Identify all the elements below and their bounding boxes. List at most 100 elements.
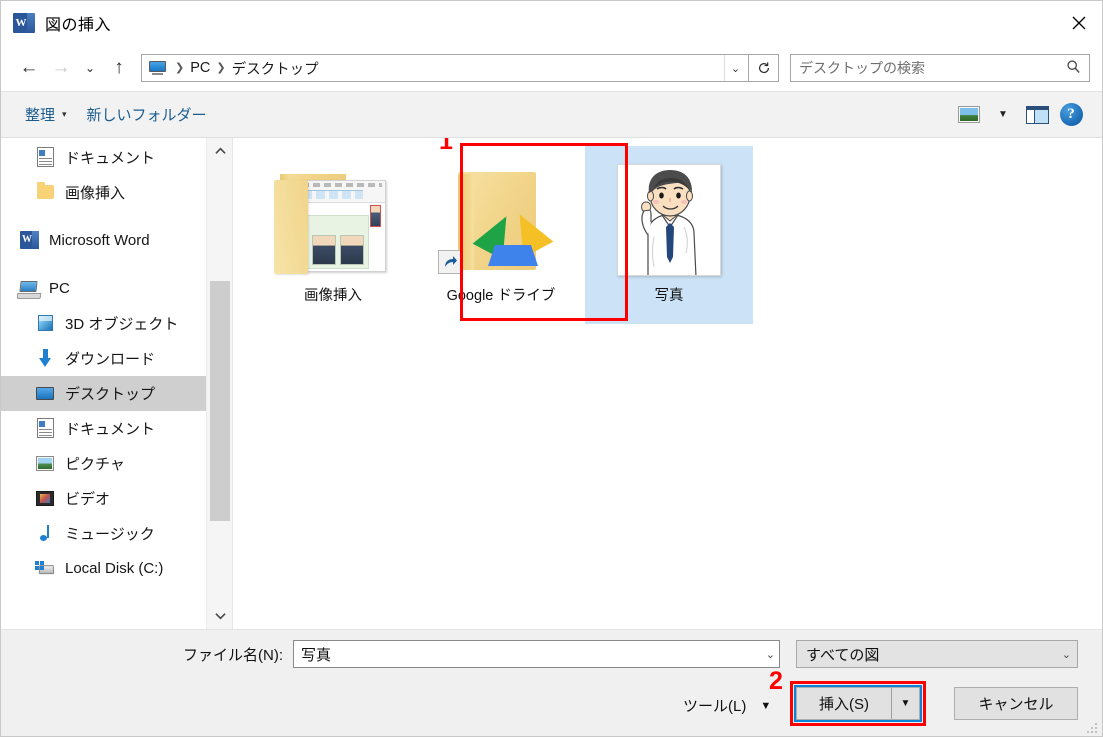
- breadcrumb-separator: ❯: [216, 61, 226, 74]
- chevron-down-icon: ▼: [900, 698, 911, 709]
- person-illustration: [618, 165, 720, 275]
- document-icon: [35, 418, 56, 439]
- chevron-down-icon: ▼: [760, 699, 772, 712]
- organize-button[interactable]: 整理 ▾: [15, 100, 77, 129]
- sidebar-item-documents[interactable]: ドキュメント: [1, 411, 232, 446]
- preview-pane-icon: [1025, 105, 1049, 124]
- back-button[interactable]: ←: [13, 52, 45, 84]
- view-mode-dropdown[interactable]: ▼: [986, 100, 1020, 130]
- insert-button[interactable]: 挿入(S) ▼: [794, 685, 922, 722]
- scroll-up-button[interactable]: [207, 138, 232, 164]
- view-mode-button[interactable]: [952, 100, 986, 130]
- chevron-down-icon[interactable]: ⌄: [760, 648, 775, 661]
- sidebar-item-pc[interactable]: PC: [1, 271, 232, 306]
- desktop-icon: [149, 61, 166, 75]
- recent-locations-button[interactable]: ⌄: [77, 52, 103, 84]
- sidebar-item-pictures[interactable]: ピクチャ: [1, 446, 232, 481]
- music-icon: [35, 523, 56, 544]
- sidebar-item-gazou-sonyu[interactable]: 画像挿入: [1, 175, 232, 210]
- filetype-value: すべての図: [806, 646, 880, 664]
- search-box[interactable]: デスクトップの検索: [790, 54, 1090, 82]
- word-icon: W: [19, 230, 40, 251]
- sidebar-item-label: ドキュメント: [65, 421, 156, 438]
- sidebar-item-local-disk-c[interactable]: Local Disk (C:): [1, 551, 232, 586]
- filename-value[interactable]: 写真: [301, 644, 760, 665]
- sidebar-item-label: ミュージック: [65, 526, 155, 543]
- search-icon: [1066, 59, 1081, 78]
- button-row: ツール(L) ▼ 挿入(S) ▼ キャンセル 2: [1, 669, 1102, 726]
- up-button[interactable]: ↑: [103, 52, 135, 84]
- help-button[interactable]: ?: [1054, 100, 1088, 130]
- file-item-shashin[interactable]: 写真: [585, 146, 753, 324]
- chevron-down-icon: ▼: [998, 109, 1008, 120]
- chevron-up-icon: [214, 147, 226, 154]
- sidebar-item-label: Local Disk (C:): [65, 560, 164, 577]
- breadcrumb-desktop[interactable]: デスクトップ: [228, 58, 323, 79]
- new-folder-button[interactable]: 新しいフォルダー: [77, 100, 217, 129]
- refresh-button[interactable]: [749, 54, 779, 82]
- filename-input[interactable]: 写真 ⌄: [293, 640, 780, 668]
- title-bar: W 図の挿入: [1, 1, 1102, 45]
- view-layout-icon: [958, 106, 980, 123]
- address-bar[interactable]: ❯ PC ❯ デスクトップ ⌄: [141, 54, 749, 82]
- refresh-icon: [758, 62, 769, 74]
- chevron-down-icon: ▾: [62, 109, 67, 119]
- sidebar-item-3d-objects[interactable]: 3D オブジェクト: [1, 306, 232, 341]
- file-grid: 画像挿入 Google ドライブ 写真: [233, 138, 1102, 324]
- search-input[interactable]: デスクトップの検索: [799, 58, 1066, 78]
- pictures-icon: [35, 453, 56, 474]
- folder-with-document-preview-icon: [273, 156, 393, 276]
- close-button[interactable]: [1056, 1, 1102, 45]
- folder-shortcut-google-drive-icon: [438, 156, 561, 276]
- downloads-icon: [35, 348, 56, 369]
- dialog-body: ドキュメント 画像挿入 W Microsoft Word PC 3D オブジェク…: [1, 138, 1102, 629]
- insert-dropdown-button[interactable]: ▼: [891, 688, 919, 719]
- window-title: 図の挿入: [45, 17, 112, 34]
- tools-button[interactable]: ツール(L) ▼: [677, 691, 777, 720]
- sidebar-item-videos[interactable]: ビデオ: [1, 481, 232, 516]
- scroll-down-button[interactable]: [207, 603, 232, 629]
- file-list-pane[interactable]: 画像挿入 Google ドライブ 写真 1: [233, 138, 1102, 629]
- sidebar-item-label: デスクトップ: [65, 386, 156, 403]
- file-item-gazou-sonyu[interactable]: 画像挿入: [249, 146, 417, 324]
- sidebar-item-label: ダウンロード: [65, 351, 156, 368]
- dialog-footer: ファイル名(N): 写真 ⌄ すべての図 ⌄ ツール(L) ▼ 挿入(S) ▼: [1, 629, 1102, 736]
- document-icon: [35, 147, 56, 168]
- preview-pane-button[interactable]: [1020, 100, 1054, 130]
- sidebar-item-label: Microsoft Word: [49, 232, 150, 249]
- sidebar-scroll-thumb[interactable]: [210, 281, 230, 521]
- new-folder-label: 新しいフォルダー: [86, 107, 207, 124]
- forward-button[interactable]: →: [45, 52, 77, 84]
- insert-label: 挿入(S): [819, 696, 869, 713]
- image-thumbnail-person-icon: [609, 156, 729, 276]
- sidebar-item-microsoft-word[interactable]: W Microsoft Word: [1, 223, 232, 258]
- sidebar-item-downloads[interactable]: ダウンロード: [1, 341, 232, 376]
- command-toolbar: 整理 ▾ 新しいフォルダー ▼ ?: [1, 91, 1102, 138]
- cancel-button[interactable]: キャンセル: [954, 687, 1078, 720]
- address-dropdown-button[interactable]: ⌄: [724, 55, 746, 81]
- 3d-objects-icon: [35, 313, 56, 334]
- close-icon: [1072, 16, 1086, 30]
- sidebar-list: ドキュメント 画像挿入 W Microsoft Word PC 3D オブジェク…: [1, 138, 232, 586]
- cancel-label: キャンセル: [978, 696, 1054, 713]
- file-item-label: 写真: [654, 288, 684, 304]
- resize-grip[interactable]: [1087, 721, 1099, 733]
- sidebar-item-music[interactable]: ミュージック: [1, 516, 232, 551]
- chevron-down-icon: [214, 613, 226, 620]
- sidebar-item-label: ピクチャ: [65, 456, 125, 473]
- navigation-bar: ← → ⌄ ↑ ❯ PC ❯ デスクトップ ⌄ デスクトップの検索: [1, 45, 1102, 91]
- sidebar-item-desktop[interactable]: デスクトップ: [1, 376, 232, 411]
- filetype-select[interactable]: すべての図 ⌄: [796, 640, 1078, 668]
- sidebar-item-label: PC: [49, 280, 70, 297]
- file-item-google-drive[interactable]: Google ドライブ: [417, 146, 585, 324]
- shortcut-arrow-icon: [438, 250, 462, 274]
- local-disk-icon: [35, 558, 56, 579]
- sidebar-scrollbar[interactable]: [206, 138, 232, 629]
- organize-label: 整理: [25, 107, 56, 124]
- help-icon: ?: [1059, 103, 1083, 126]
- sidebar-item-label: ビデオ: [65, 491, 111, 508]
- folder-icon: [35, 182, 56, 203]
- breadcrumb-pc[interactable]: PC: [186, 60, 214, 76]
- sidebar-item-documents-quick[interactable]: ドキュメント: [1, 140, 232, 175]
- sidebar-item-label: 3D オブジェクト: [65, 316, 179, 333]
